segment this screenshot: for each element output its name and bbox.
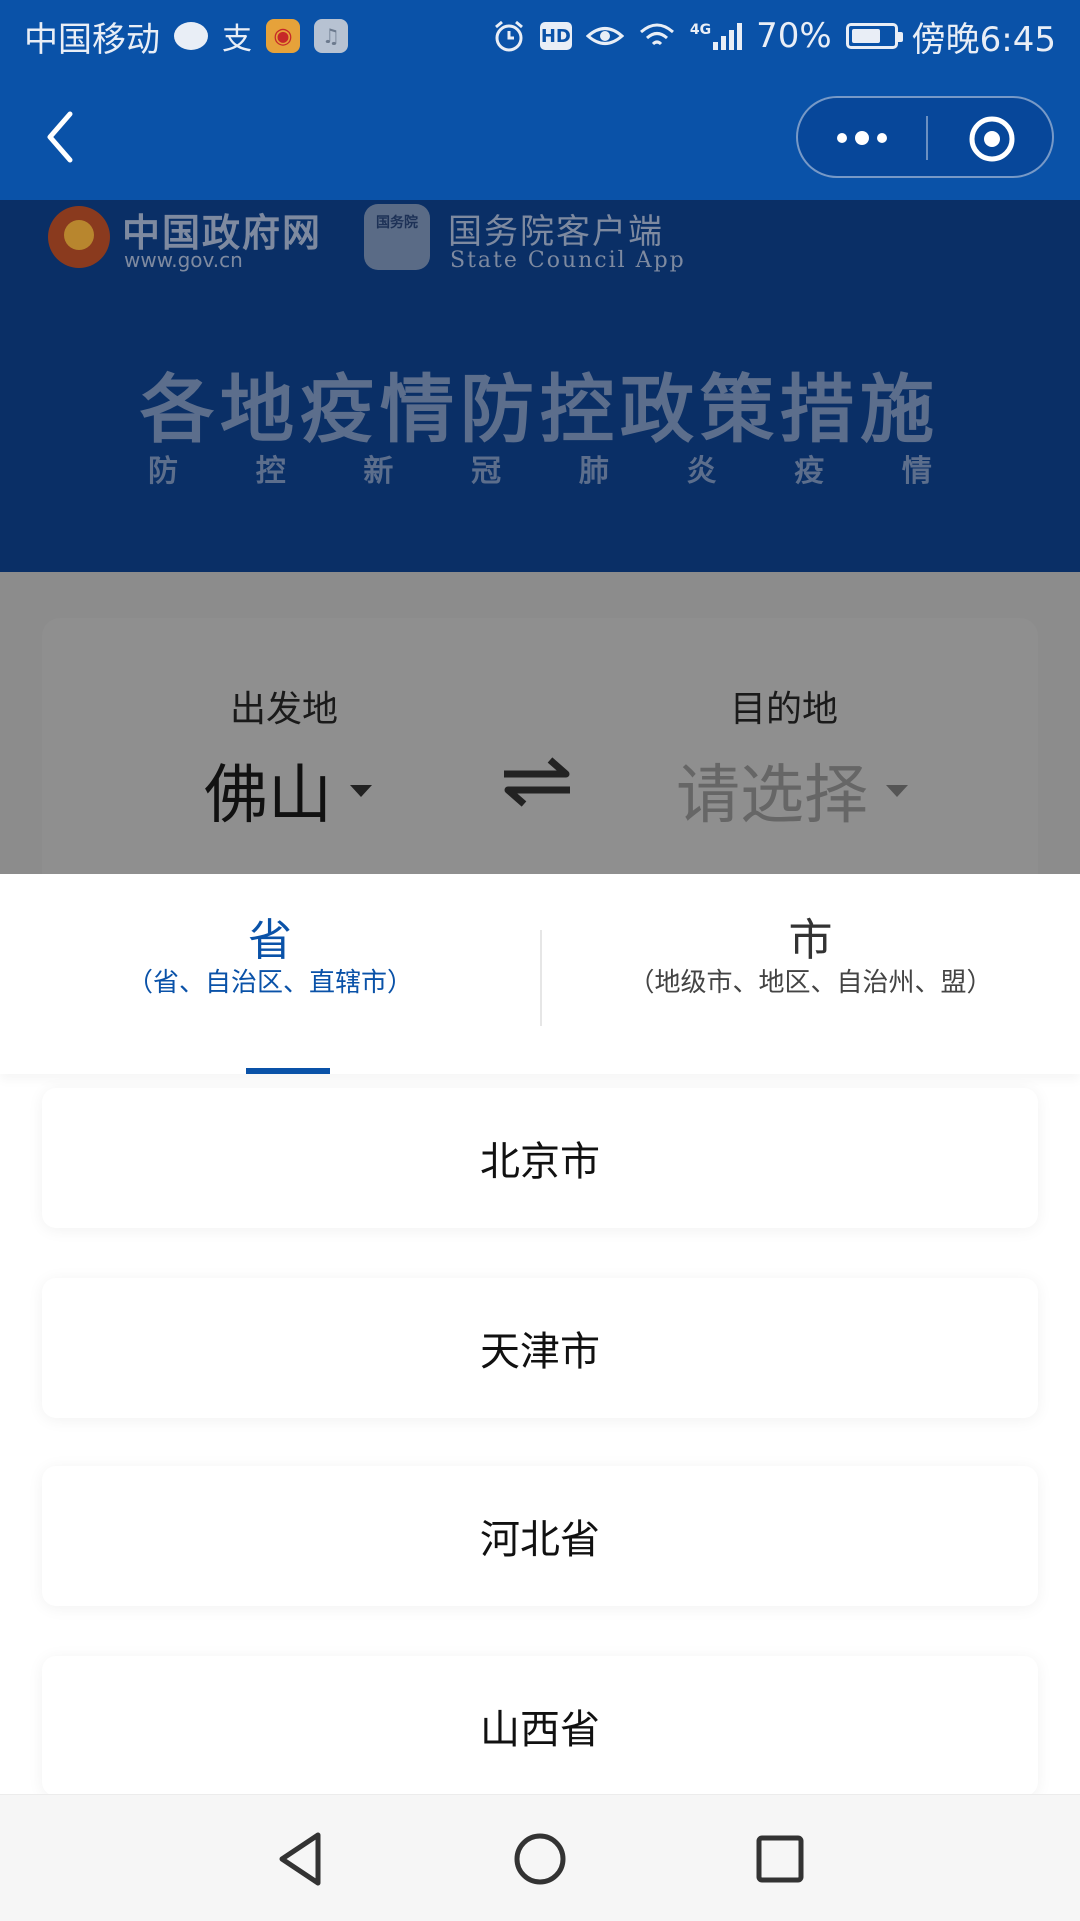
clock: 傍晚6:45 bbox=[911, 19, 1056, 60]
nav-back-icon[interactable] bbox=[270, 1829, 330, 1889]
hd-voice-icon: HD bbox=[539, 22, 572, 50]
banner-subtitle-char: 防 bbox=[148, 454, 178, 489]
signal-bars-icon bbox=[713, 22, 743, 50]
active-tab-indicator bbox=[246, 1068, 330, 1074]
policy-banner: 中国政府网 www.gov.cn 国务院 国务院客户端 State Counci… bbox=[0, 200, 1080, 572]
battery-icon bbox=[845, 23, 903, 49]
wechat-notification-icon bbox=[174, 22, 208, 50]
eye-comfort-icon bbox=[585, 27, 624, 45]
banner-subtitle: 防 控 新 冠 肺 炎 疫 情 bbox=[148, 446, 932, 490]
origin-dropdown-icon bbox=[350, 785, 372, 798]
mini-program-capsule bbox=[796, 96, 1054, 178]
tab-province-title: 省 bbox=[248, 915, 292, 966]
weibo-notification-icon: ◉ bbox=[266, 19, 300, 53]
state-council-app-name: 国务院客户端 bbox=[448, 212, 664, 252]
region-item[interactable]: 天津市 bbox=[42, 1278, 1038, 1418]
national-emblem-logo bbox=[48, 206, 110, 268]
state-council-app-english: State Council App bbox=[450, 248, 686, 273]
region-picker-sheet: 省 （省、自治区、直辖市） 市 （地级市、地区、自治州、盟） 北京市 天津市 河… bbox=[0, 874, 1080, 1794]
banner-subtitle-char: 疫 bbox=[794, 454, 825, 489]
network-type: 4G bbox=[689, 22, 712, 38]
cellular-signal: 4G bbox=[689, 22, 743, 50]
system-navigation-bar bbox=[0, 1794, 1080, 1921]
status-bar-right: HD 4G 70% 傍晚6:45 bbox=[492, 12, 1056, 61]
destination-label: 目的地 bbox=[730, 689, 839, 730]
banner-subtitle-char: 冠 bbox=[471, 454, 502, 489]
origin-label: 出发地 bbox=[230, 689, 339, 730]
gov-site-url: www.gov.cn bbox=[124, 248, 243, 272]
swap-route-icon[interactable] bbox=[500, 754, 574, 810]
banner-subtitle-char: 新 bbox=[363, 454, 394, 489]
close-mini-program-icon[interactable] bbox=[968, 115, 1016, 163]
nav-recents-icon[interactable] bbox=[750, 1829, 810, 1889]
tab-province[interactable]: 省 （省、自治区、直辖市） bbox=[0, 874, 540, 1074]
banner-subtitle-char: 肺 bbox=[578, 454, 609, 489]
nav-home-icon[interactable] bbox=[510, 1829, 570, 1889]
status-bar-left: 中国移动 支 ◉ ♫ bbox=[24, 12, 348, 61]
carrier-name: 中国移动 bbox=[24, 19, 160, 60]
tab-province-subtitle: （省、自治区、直辖市） bbox=[126, 968, 413, 998]
tab-city[interactable]: 市 （地级市、地区、自治州、盟） bbox=[541, 874, 1080, 1074]
wifi-icon bbox=[639, 23, 674, 46]
banner-subtitle-char: 情 bbox=[901, 454, 932, 489]
alipay-notification-icon: 支 bbox=[222, 22, 252, 57]
destination-selector[interactable]: 请选择 bbox=[676, 744, 908, 836]
tab-city-title: 市 bbox=[788, 915, 833, 966]
destination-dropdown-icon bbox=[886, 785, 908, 798]
battery-fill bbox=[851, 29, 880, 43]
region-item[interactable]: 山西省 bbox=[42, 1656, 1038, 1794]
destination-placeholder: 请选择 bbox=[676, 759, 868, 833]
origin-value: 佛山 bbox=[204, 759, 332, 833]
origin-selector[interactable]: 佛山 bbox=[204, 744, 372, 836]
alarm-icon bbox=[494, 20, 523, 52]
more-options-icon[interactable] bbox=[832, 122, 892, 154]
banner-subtitle-char: 控 bbox=[255, 454, 286, 489]
mini-program-title-bar bbox=[0, 72, 1080, 200]
banner-subtitle-char: 炎 bbox=[686, 454, 717, 489]
banner-title: 各地疫情防控政策措施 bbox=[140, 367, 940, 453]
status-bar: 中国移动 支 ◉ ♫ HD 4G 70% 傍晚6:45 bbox=[0, 0, 1080, 72]
state-council-app-logo: 国务院 bbox=[364, 204, 430, 270]
back-arrow-icon[interactable] bbox=[32, 102, 92, 172]
region-item[interactable]: 河北省 bbox=[42, 1466, 1038, 1606]
background-page-overlay[interactable]: 中国政府网 www.gov.cn 国务院 国务院客户端 State Counci… bbox=[0, 200, 1080, 874]
music-notification-icon: ♫ bbox=[314, 19, 348, 53]
battery-percent: 70% bbox=[756, 16, 832, 56]
region-level-tabs: 省 （省、自治区、直辖市） 市 （地级市、地区、自治州、盟） bbox=[0, 874, 1080, 1074]
region-item[interactable]: 北京市 bbox=[42, 1088, 1038, 1228]
tab-city-subtitle: （地级市、地区、自治州、盟） bbox=[628, 968, 993, 998]
